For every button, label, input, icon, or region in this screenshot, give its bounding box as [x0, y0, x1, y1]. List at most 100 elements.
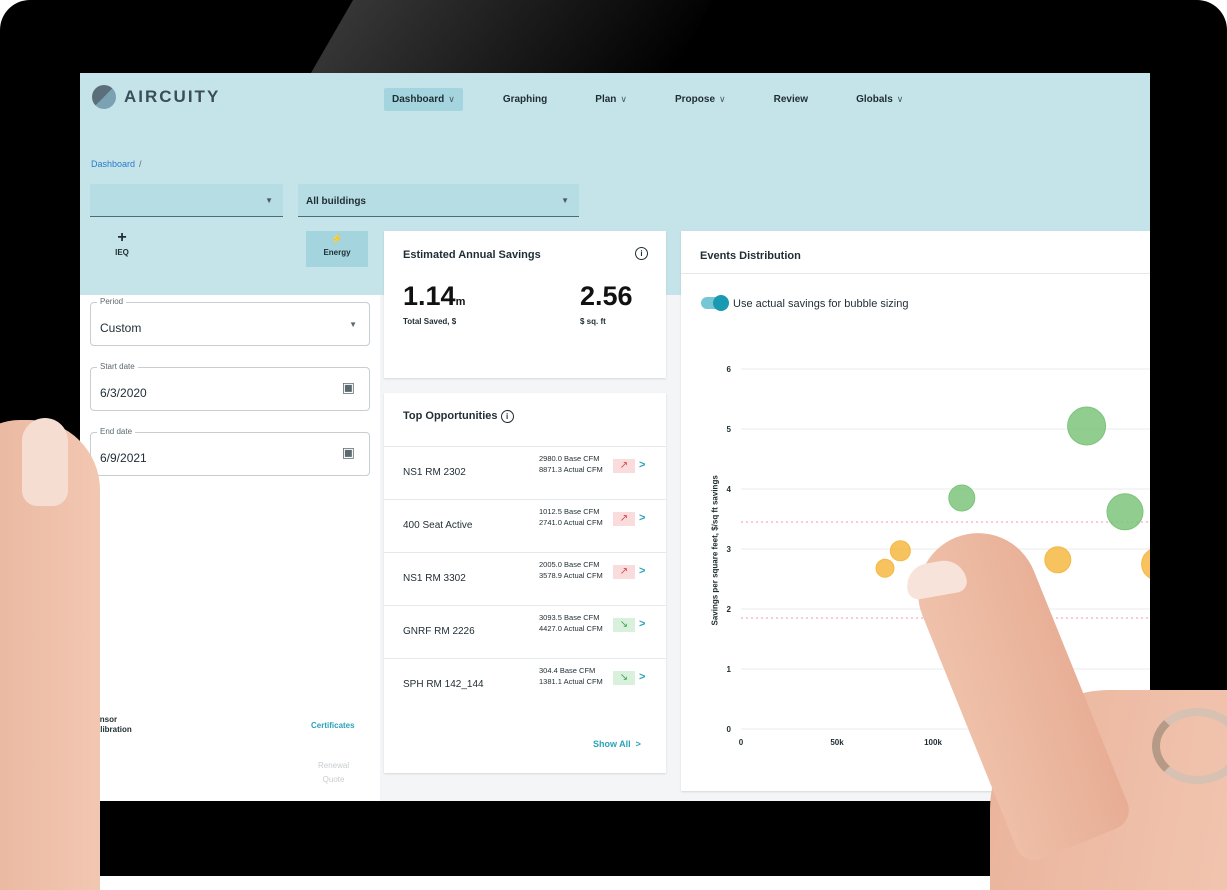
bubble-point [1141, 549, 1150, 579]
bubble-sizing-label: Use actual savings for bubble sizing [733, 298, 909, 310]
renewal-line2: Quote [322, 775, 345, 784]
nav-label: Globals [856, 94, 893, 105]
renewal-line1: Renewal [318, 761, 350, 770]
opportunity-cfm: 1012.5 Base CFM 2741.0 Actual CFM [539, 506, 603, 528]
list-item[interactable]: NS1 RM 2302 2980.0 Base CFM 8871.3 Actual… [384, 446, 666, 499]
period-select[interactable]: Period Custom ▼ [90, 297, 370, 346]
opportunities-title-text: Top Opportunities [403, 410, 498, 422]
opportunity-cfm: 3093.5 Base CFM 4427.0 Actual CFM [539, 612, 603, 634]
bubble-point [948, 484, 976, 512]
start-date-label: Start date [97, 362, 138, 371]
plus-icon: + [117, 229, 127, 246]
list-item[interactable]: GNRF RM 2226 3093.5 Base CFM 4427.0 Actua… [384, 605, 666, 658]
thumb-nail [22, 418, 68, 506]
total-saved-number: 1.14 [403, 281, 456, 311]
opportunity-cfm: 304.4 Base CFM 1381.1 Actual CFM [539, 665, 603, 687]
chevron-right-icon[interactable]: > [639, 565, 645, 577]
nav-plan[interactable]: Plan ∨ [587, 88, 635, 111]
bolt-icon: ⚡ [330, 234, 344, 245]
chevron-down-icon: ∨ [620, 94, 627, 104]
trend-up-icon: ↗ [613, 565, 635, 579]
list-item[interactable]: SPH RM 142_144 304.4 Base CFM 1381.1 Actu… [384, 658, 666, 711]
opportunity-name: GNRF RM 2226 [403, 626, 475, 637]
trend-up-icon: ↗ [613, 512, 635, 526]
nav-dashboard[interactable]: Dashboard ∨ [384, 88, 463, 111]
list-item[interactable]: NS1 RM 3302 2005.0 Base CFM 3578.9 Actual… [384, 552, 666, 605]
calendar-icon[interactable]: ▣ [342, 444, 355, 461]
calendar-icon[interactable]: ▣ [342, 379, 355, 396]
certificates-link[interactable]: Certificates [311, 721, 355, 730]
opportunity-name: SPH RM 142_144 [403, 679, 484, 690]
nav-graphing[interactable]: Graphing [495, 88, 555, 111]
y-tick-label: 3 [727, 545, 732, 554]
actual-cfm: 3578.9 Actual CFM [539, 571, 603, 580]
opportunity-name: NS1 RM 3302 [403, 573, 466, 584]
chevron-right-icon[interactable]: > [639, 512, 645, 524]
start-date-field[interactable]: Start date 6/3/2020 ▣ [90, 362, 370, 411]
y-tick-label: 6 [727, 365, 732, 374]
site-select[interactable]: ▼ [90, 184, 283, 217]
opportunity-name: 400 Seat Active [403, 520, 473, 531]
nav-label: Graphing [502, 94, 548, 105]
mode-ieq-button[interactable]: + IEQ [92, 229, 152, 267]
nav-globals[interactable]: Globals ∨ [848, 88, 911, 111]
start-date-value: 6/3/2020 [100, 386, 147, 400]
show-all-label: Show All [593, 739, 631, 749]
divider [681, 273, 1150, 274]
actual-cfm: 4427.0 Actual CFM [539, 624, 603, 633]
caret-down-icon: ▼ [561, 196, 569, 205]
list-item[interactable]: 400 Seat Active 1012.5 Base CFM 2741.0 Ac… [384, 499, 666, 552]
nav-propose[interactable]: Propose ∨ [667, 88, 734, 111]
total-saved-label: Total Saved, $ [403, 317, 457, 326]
caret-down-icon: ▼ [265, 196, 273, 205]
chevron-right-icon[interactable]: > [639, 618, 645, 630]
bubble-point [1044, 546, 1072, 574]
info-icon[interactable]: i [500, 410, 514, 423]
chevron-right-icon[interactable]: > [639, 671, 645, 683]
chevron-down-icon: ∨ [719, 94, 726, 104]
nav-review[interactable]: Review [766, 88, 816, 111]
nav-label: Review [773, 94, 809, 105]
trend-up-icon: ↗ [613, 459, 635, 473]
mode-label: IEQ [115, 248, 129, 257]
bubble-point [889, 540, 911, 562]
brand-logo[interactable]: AIRCUITY [92, 85, 220, 109]
x-tick-label: 50k [830, 738, 844, 747]
chevron-right-icon[interactable]: > [639, 459, 645, 471]
caret-down-icon: ▼ [349, 320, 357, 329]
tablet-photo: AIRCUITY Dashboard ∨ Graphing Plan ∨ Propo… [0, 0, 1227, 890]
end-date-field[interactable]: End date 6/9/2021 ▣ [90, 427, 370, 476]
bubble-sizing-toggle[interactable] [701, 295, 729, 311]
sqft-value: 2.56 [580, 281, 633, 311]
bubble-point [1067, 406, 1107, 446]
events-title: Events Distribution [700, 250, 801, 262]
sqft-label: $ sq. ft [580, 317, 606, 326]
main-nav: Dashboard ∨ Graphing Plan ∨ Propose ∨ Revie… [384, 88, 943, 111]
base-cfm: 2980.0 Base CFM [539, 454, 600, 463]
base-cfm: 1012.5 Base CFM [539, 507, 600, 516]
actual-cfm: 8871.3 Actual CFM [539, 465, 603, 474]
total-saved-unit: m [455, 296, 466, 308]
trend-down-icon: ↘ [613, 671, 635, 685]
nav-label: Plan [595, 94, 617, 105]
building-select[interactable]: All buildings ▼ [298, 184, 579, 217]
breadcrumb: Dashboard / [91, 159, 142, 169]
actual-cfm: 2741.0 Actual CFM [539, 518, 603, 527]
y-tick-label: 0 [727, 725, 732, 734]
opportunity-cfm: 2005.0 Base CFM 3578.9 Actual CFM [539, 559, 603, 581]
actual-cfm: 1381.1 Actual CFM [539, 677, 603, 686]
info-icon[interactable]: i [635, 247, 648, 260]
x-tick-label: 100k [924, 738, 942, 747]
renewal-quote-link[interactable]: Renewal Quote [318, 759, 349, 787]
bubble-point [1106, 493, 1144, 531]
mode-energy-button[interactable]: ⚡ Energy [306, 231, 368, 267]
trend-down-icon: ↘ [613, 618, 635, 632]
show-all-link[interactable]: Show All > [593, 739, 641, 749]
opportunity-name: NS1 RM 2302 [403, 467, 466, 478]
nav-label: Propose [675, 94, 716, 105]
y-tick-label: 2 [727, 605, 732, 614]
chevron-down-icon: ∨ [448, 94, 455, 104]
savings-title: Estimated Annual Savings [403, 249, 541, 261]
bubble-point [875, 558, 895, 578]
breadcrumb-dashboard[interactable]: Dashboard [91, 159, 135, 169]
